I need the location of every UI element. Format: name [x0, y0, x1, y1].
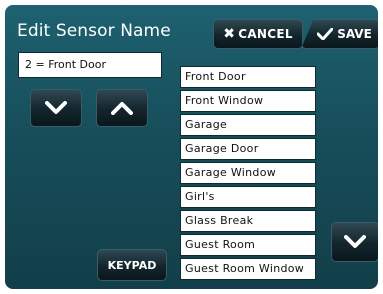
save-label: SAVE	[337, 27, 372, 41]
page-title: Edit Sensor Name	[17, 21, 171, 41]
list-item[interactable]: Garage Window	[180, 162, 316, 184]
cancel-label: CANCEL	[238, 27, 293, 41]
chevron-down-icon	[344, 235, 366, 249]
list-item[interactable]: Guest Room	[180, 234, 316, 256]
list-item[interactable]: Front Door	[180, 66, 316, 88]
list-item[interactable]: Guest Room Window	[180, 258, 316, 280]
cancel-button[interactable]: ✖ CANCEL	[213, 19, 303, 49]
list-item[interactable]: Glass Break	[180, 210, 316, 232]
edit-sensor-name-screen: Edit Sensor Name ✖ CANCEL SAVE 2 = Front…	[5, 5, 378, 289]
sensor-name-list: Front Door Front Window Garage Garage Do…	[180, 66, 316, 282]
current-name-field[interactable]: 2 = Front Door	[18, 52, 162, 78]
previous-name-button[interactable]	[30, 89, 82, 127]
list-item[interactable]: Garage	[180, 114, 316, 136]
keypad-button[interactable]: KEYPAD	[97, 249, 167, 281]
list-item[interactable]: Garage Door	[180, 138, 316, 160]
chevron-up-icon	[111, 101, 133, 115]
save-button[interactable]: SAVE	[301, 19, 378, 49]
next-name-button[interactable]	[96, 89, 148, 127]
scroll-down-button[interactable]	[331, 222, 378, 262]
list-item[interactable]: Girl's	[180, 186, 316, 208]
keypad-label: KEYPAD	[107, 258, 157, 272]
check-icon	[317, 28, 334, 40]
x-icon: ✖	[223, 26, 236, 42]
chevron-down-icon	[45, 101, 67, 115]
list-item[interactable]: Front Window	[180, 90, 316, 112]
